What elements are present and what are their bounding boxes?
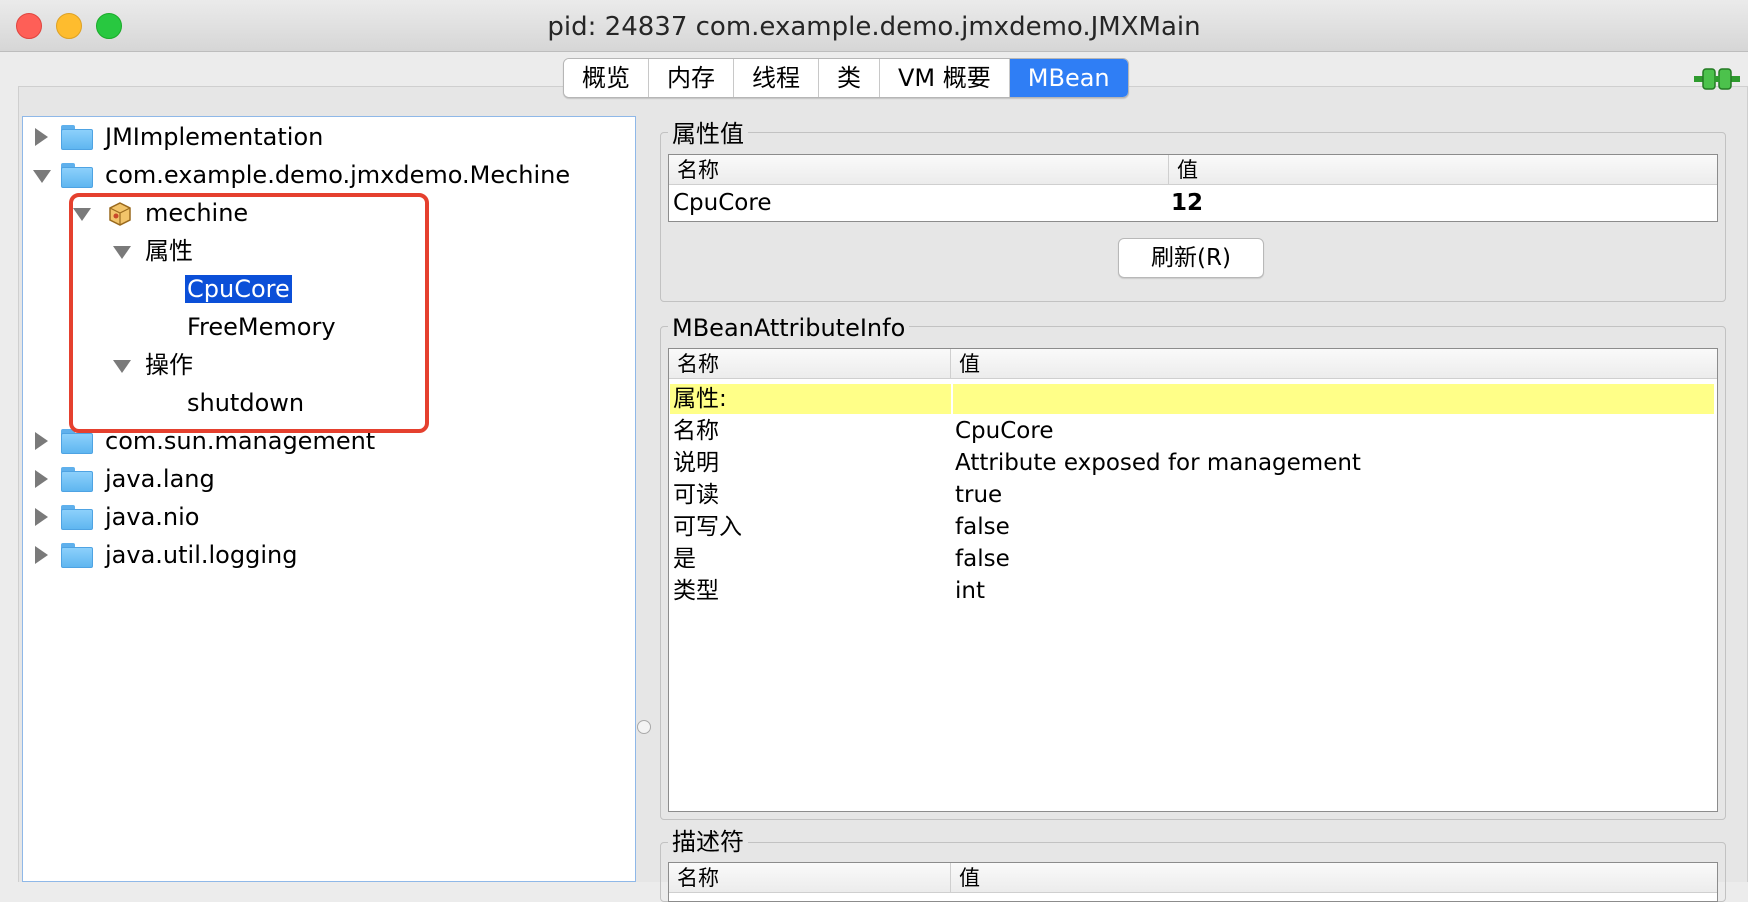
- tab-mbean[interactable]: MBean: [1009, 59, 1128, 97]
- info-row-value[interactable]: int: [955, 575, 985, 607]
- info-row-name[interactable]: 名称: [673, 415, 719, 447]
- window-title: pid: 24837 com.example.demo.jmxdemo.JMXM…: [547, 12, 1201, 42]
- collapse-arrow-icon[interactable]: [33, 170, 51, 183]
- column-header-value[interactable]: 值: [951, 863, 1717, 893]
- info-row-value[interactable]: Attribute exposed for management: [955, 447, 1361, 479]
- expand-arrow-icon[interactable]: [35, 128, 48, 146]
- info-row-value[interactable]: true: [955, 479, 1002, 511]
- info-row-name[interactable]: 是: [673, 543, 696, 575]
- title-bar: pid: 24837 com.example.demo.jmxdemo.JMXM…: [0, 0, 1748, 52]
- info-row-value[interactable]: false: [955, 543, 1010, 575]
- descriptor-table[interactable]: 名称 值: [668, 862, 1718, 902]
- folder-icon: [61, 163, 93, 188]
- attribute-name-cell[interactable]: CpuCore: [673, 187, 771, 219]
- tree-item-label: java.lang: [105, 465, 215, 493]
- tree-item-label: JMImplementation: [105, 123, 324, 151]
- info-row-name[interactable]: 类型: [673, 575, 719, 607]
- column-header-value[interactable]: 值: [951, 349, 1717, 379]
- tree-item-label: java.nio: [105, 503, 200, 531]
- attribute-value-cell[interactable]: 12: [1171, 187, 1203, 219]
- tab-bar: 概览 内存 线程 类 VM 概要 MBean: [563, 58, 1129, 98]
- folder-icon: [61, 125, 93, 150]
- expand-arrow-icon[interactable]: [35, 432, 48, 450]
- column-header-name[interactable]: 名称: [669, 155, 1169, 185]
- info-row-value[interactable]: CpuCore: [955, 415, 1053, 447]
- column-header-name[interactable]: 名称: [669, 863, 951, 893]
- info-row-name[interactable]: 说明: [673, 447, 719, 479]
- refresh-button[interactable]: 刷新(R): [1118, 238, 1264, 278]
- connection-status-icon: [1694, 68, 1740, 90]
- column-header-name[interactable]: 名称: [669, 349, 951, 379]
- split-pane-handle[interactable]: [637, 720, 651, 734]
- info-row-value[interactable]: false: [955, 511, 1010, 543]
- jconsole-window: pid: 24837 com.example.demo.jmxdemo.JMXM…: [0, 0, 1748, 902]
- highlight-annotation: [69, 193, 429, 433]
- expand-arrow-icon[interactable]: [35, 508, 48, 526]
- info-row-name[interactable]: 属性:: [673, 383, 727, 415]
- tab-classes[interactable]: 类: [819, 59, 880, 97]
- tab-vm-summary[interactable]: VM 概要: [880, 59, 1010, 97]
- tree-item-label: com.example.demo.jmxdemo.Mechine: [105, 161, 571, 189]
- attribute-values-title: 属性值: [668, 120, 748, 148]
- folder-icon: [61, 467, 93, 492]
- expand-arrow-icon[interactable]: [35, 470, 48, 488]
- attribute-info-table[interactable]: 名称 值 属性: 名称 CpuCore 说明 Attribute exposed…: [668, 348, 1718, 812]
- attribute-info-title: MBeanAttributeInfo: [668, 314, 910, 342]
- tab-threads[interactable]: 线程: [734, 59, 819, 97]
- descriptor-title: 描述符: [668, 828, 748, 856]
- info-row-name[interactable]: 可读: [673, 479, 719, 511]
- attribute-values-table[interactable]: 名称 值 CpuCore 12: [668, 154, 1718, 222]
- tree-item-label: java.util.logging: [105, 541, 298, 569]
- folder-icon: [61, 543, 93, 568]
- folder-icon: [61, 505, 93, 530]
- section-header-row: [670, 384, 1714, 414]
- info-row-name[interactable]: 可写入: [673, 511, 742, 543]
- expand-arrow-icon[interactable]: [35, 546, 48, 564]
- cell-divider: [951, 384, 953, 414]
- tab-overview[interactable]: 概览: [564, 59, 649, 97]
- column-header-value[interactable]: 值: [1169, 155, 1717, 185]
- tab-memory[interactable]: 内存: [649, 59, 734, 97]
